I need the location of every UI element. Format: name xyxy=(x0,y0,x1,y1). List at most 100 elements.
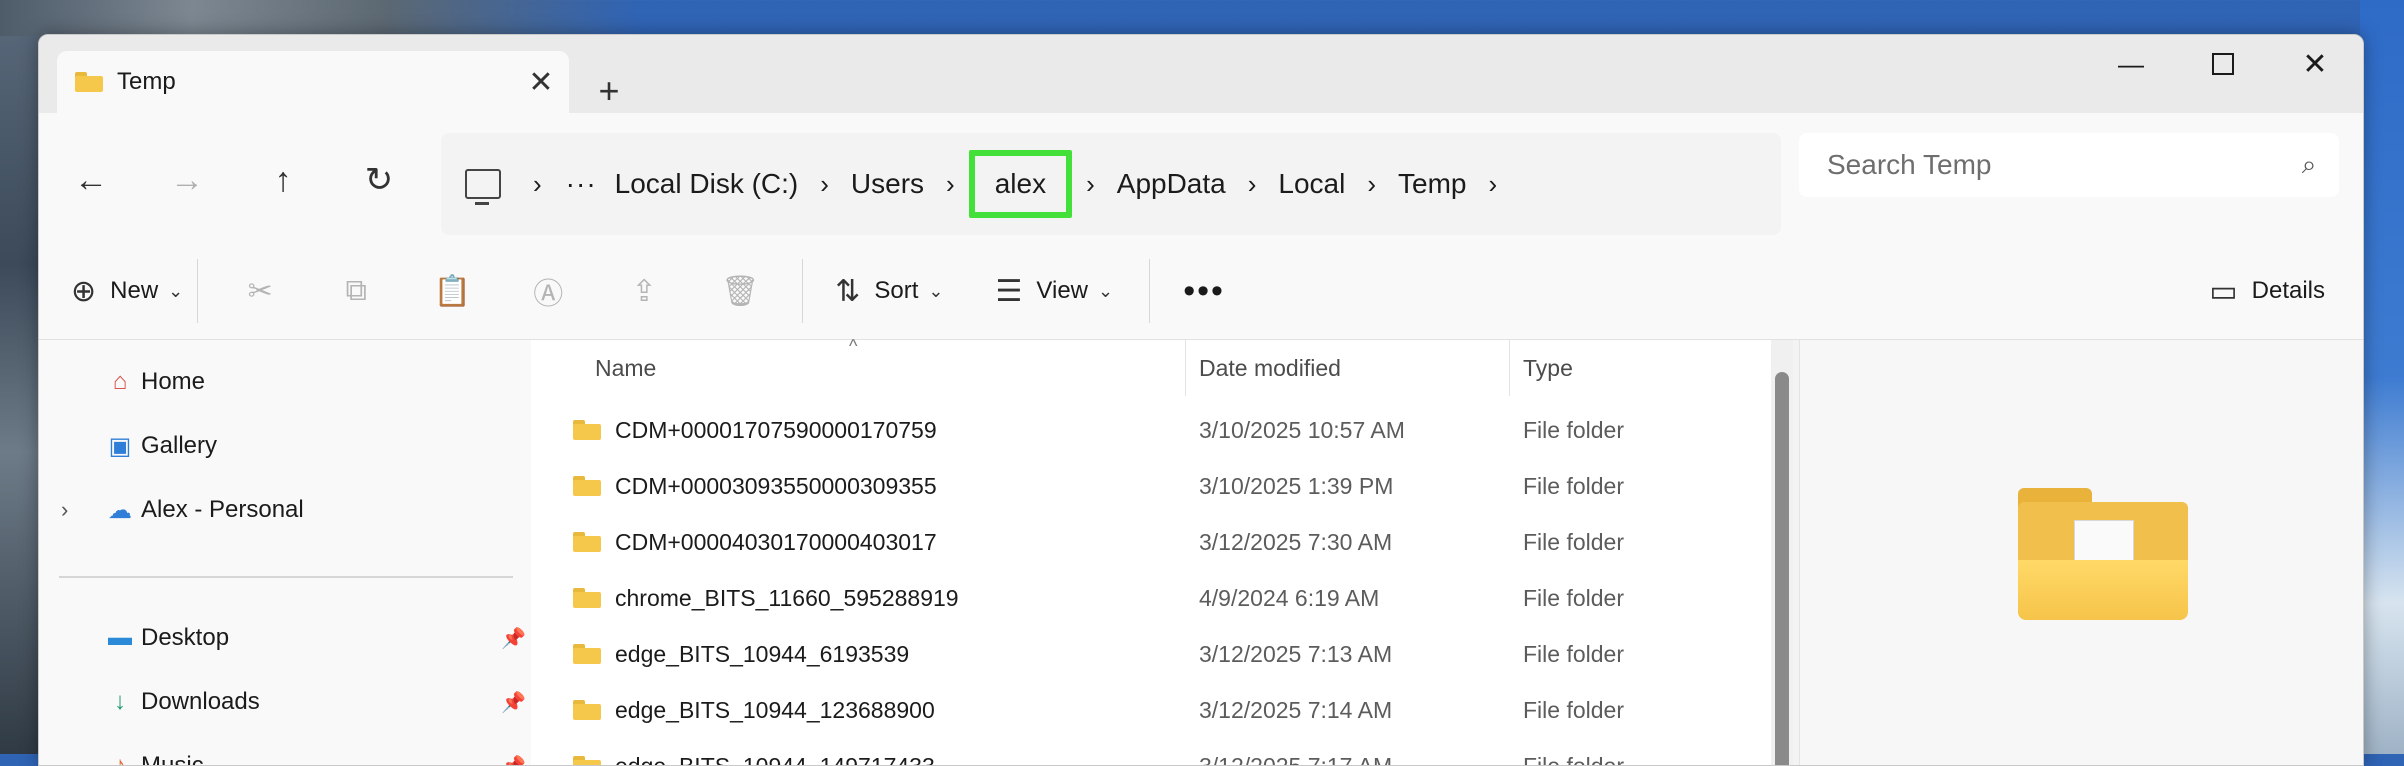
column-header-label: Name xyxy=(595,355,656,382)
this-pc-icon[interactable] xyxy=(465,169,501,199)
close-window-button[interactable]: ✕ xyxy=(2269,35,2361,93)
sort-button[interactable]: ⇅ Sort ⌄ xyxy=(835,261,943,321)
delete-button[interactable]: 🗑 xyxy=(692,261,788,321)
new-button[interactable]: ⊕ New ⌄ xyxy=(71,261,183,321)
sidebar-item-desktop[interactable]: ▬ Desktop 📌 xyxy=(103,616,531,660)
breadcrumb-separator[interactable]: › xyxy=(1234,169,1271,200)
refresh-button[interactable]: ↻ xyxy=(349,155,409,205)
desktop-wallpaper-right xyxy=(2360,0,2404,754)
back-button[interactable]: ← xyxy=(61,155,121,205)
sidebar-item-home[interactable]: ⌂ Home xyxy=(103,360,205,404)
pin-icon[interactable]: 📌 xyxy=(501,754,526,766)
forward-button[interactable]: → xyxy=(157,155,217,205)
maximize-button[interactable] xyxy=(2177,35,2269,93)
file-date: 3/12/2025 7:17 AM xyxy=(1199,738,1392,766)
breadcrumb-users[interactable]: Users xyxy=(843,168,932,200)
close-tab-icon[interactable]: ✕ xyxy=(513,62,569,102)
chevron-down-icon: ⌄ xyxy=(1098,281,1113,302)
plus-circle-icon: ⊕ xyxy=(71,274,96,309)
sidebar-item-label: Alex - Personal xyxy=(141,496,304,524)
tab-temp[interactable]: Temp ✕ xyxy=(57,51,569,113)
vertical-scrollbar[interactable] xyxy=(1771,340,1793,766)
file-row[interactable]: CDM+00003093550000309355 3/10/2025 1:39 … xyxy=(531,458,1741,514)
breadcrumb-local-disk[interactable]: Local Disk (C:) xyxy=(607,168,807,200)
desktop-wallpaper-top xyxy=(0,0,640,36)
file-row[interactable]: CDM+00001707590000170759 3/10/2025 10:57… xyxy=(531,402,1741,458)
file-row[interactable]: CDM+00004030170000403017 3/12/2025 7:30 … xyxy=(531,514,1741,570)
search-input[interactable]: Search Temp xyxy=(1799,149,2279,181)
chevron-right-icon[interactable]: › xyxy=(61,497,68,523)
chevron-down-icon: ⌄ xyxy=(168,281,183,302)
details-pane xyxy=(1799,340,2364,766)
breadcrumb-alex[interactable]: alex xyxy=(969,150,1072,218)
pin-icon[interactable]: 📌 xyxy=(501,690,526,715)
file-row[interactable]: chrome_BITS_11660_595288919 4/9/2024 6:1… xyxy=(531,570,1741,626)
sort-icon: ⇅ xyxy=(835,274,860,309)
gallery-icon: ▣ xyxy=(103,432,137,460)
copy-icon: ⧉ xyxy=(346,274,367,308)
sort-ascending-icon: ^ xyxy=(849,336,857,357)
home-icon: ⌂ xyxy=(103,368,137,396)
file-type: File folder xyxy=(1523,514,1624,570)
sidebar-divider xyxy=(59,576,513,578)
breadcrumb-separator[interactable]: › xyxy=(1072,169,1109,200)
breadcrumb-overflow-button[interactable]: ··· xyxy=(556,168,607,200)
folder-icon xyxy=(573,588,601,608)
column-header-name[interactable]: Name xyxy=(595,340,656,396)
folder-icon xyxy=(573,532,601,552)
file-row[interactable]: edge_BITS_10944_123688900 3/12/2025 7:14… xyxy=(531,682,1741,738)
music-icon: ♪ xyxy=(103,752,137,766)
breadcrumb-separator[interactable]: › xyxy=(932,169,969,200)
sidebar-item-gallery[interactable]: ▣ Gallery xyxy=(103,424,217,468)
file-name: CDM+00001707590000170759 xyxy=(615,417,937,444)
share-button[interactable]: ⇪ xyxy=(596,261,692,321)
scissors-icon: ✂ xyxy=(248,274,273,309)
file-row[interactable]: edge_BITS_10944_149717433 3/12/2025 7:17… xyxy=(531,738,1741,766)
file-type: File folder xyxy=(1523,738,1624,766)
chevron-down-icon: ⌄ xyxy=(928,281,943,302)
new-tab-button[interactable]: + xyxy=(581,63,637,119)
minimize-button[interactable]: — xyxy=(2085,35,2177,93)
folder-icon xyxy=(573,756,601,766)
column-header-type[interactable]: Type xyxy=(1523,340,1573,396)
folder-icon xyxy=(573,644,601,664)
scrollbar-thumb[interactable] xyxy=(1775,372,1789,766)
details-pane-button[interactable]: ▭ Details xyxy=(2209,261,2325,321)
pin-icon[interactable]: 📌 xyxy=(501,626,526,651)
tab-title: Temp xyxy=(117,68,513,96)
folder-icon xyxy=(75,72,103,92)
folder-icon xyxy=(573,700,601,720)
up-button[interactable]: ↑ xyxy=(253,155,313,205)
address-bar[interactable]: › ··· Local Disk (C:) › Users › alex › A… xyxy=(441,133,1781,235)
file-row[interactable]: edge_BITS_10944_6193539 3/12/2025 7:13 A… xyxy=(531,626,1741,682)
cut-button[interactable]: ✂ xyxy=(212,261,308,321)
breadcrumb-separator[interactable]: › xyxy=(806,169,843,200)
view-label: View xyxy=(1036,277,1088,305)
see-more-button[interactable]: ••• xyxy=(1164,261,1244,321)
breadcrumb-temp[interactable]: Temp xyxy=(1390,168,1474,200)
view-button[interactable]: ☰ View ⌄ xyxy=(996,261,1114,321)
breadcrumb-local[interactable]: Local xyxy=(1270,168,1353,200)
search-icon: ⌕ xyxy=(2279,149,2339,181)
search-box[interactable]: Search Temp ⌕ xyxy=(1799,133,2339,197)
sort-label: Sort xyxy=(874,277,918,305)
file-name: CDM+00003093550000309355 xyxy=(615,473,937,500)
column-header-date[interactable]: Date modified xyxy=(1199,340,1341,396)
breadcrumb-appdata[interactable]: AppData xyxy=(1109,168,1234,200)
column-divider[interactable] xyxy=(1185,340,1186,396)
rename-button[interactable]: Ⓐ xyxy=(500,261,596,321)
sidebar-item-downloads[interactable]: ↓ Downloads 📌 xyxy=(103,680,531,724)
column-divider[interactable] xyxy=(1509,340,1510,396)
breadcrumb-separator[interactable]: › xyxy=(1353,169,1390,200)
clipboard-icon: 📋 xyxy=(434,274,471,309)
paste-button[interactable]: 📋 xyxy=(404,261,500,321)
sidebar-item-music[interactable]: ♪ Music 📌 xyxy=(103,744,531,766)
breadcrumb-separator[interactable]: › xyxy=(519,169,556,200)
copy-button[interactable]: ⧉ xyxy=(308,261,404,321)
folder-icon xyxy=(573,420,601,440)
sidebar-item-label: Music xyxy=(141,752,204,766)
trash-icon: 🗑 xyxy=(721,274,759,309)
breadcrumb-separator[interactable]: › xyxy=(1474,169,1511,200)
sidebar-item-onedrive[interactable]: › ☁ Alex - Personal xyxy=(39,488,531,532)
desktop-icon: ▬ xyxy=(103,624,137,652)
